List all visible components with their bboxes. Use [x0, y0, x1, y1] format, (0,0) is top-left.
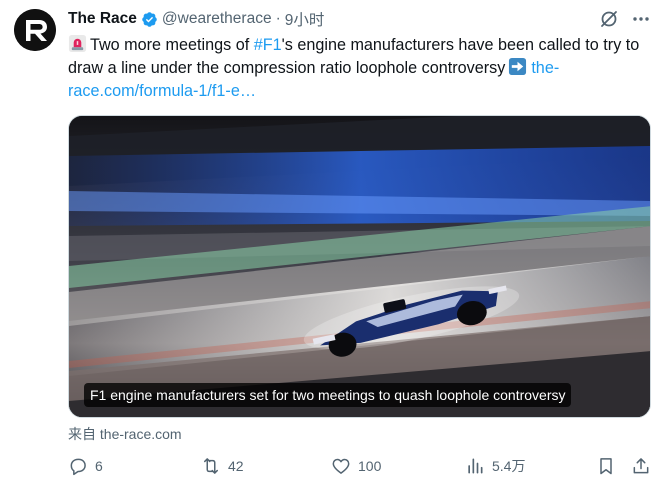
verified-badge-icon[interactable] — [141, 11, 158, 28]
tweet-text: Two more meetings of #F1's engine manufa… — [68, 34, 654, 103]
police-siren-emoji-icon — [68, 34, 87, 53]
retweet-icon — [201, 456, 221, 476]
heart-icon — [331, 456, 351, 476]
views-chart-icon — [465, 456, 485, 476]
like-button[interactable]: 100 — [331, 456, 381, 476]
reply-button[interactable]: 6 — [68, 456, 103, 476]
tweet-text-part1: Two more meetings of — [90, 36, 254, 54]
header-actions — [599, 9, 651, 29]
like-count: 100 — [358, 458, 382, 474]
author-handle[interactable]: @wearetherace — [162, 10, 272, 28]
card-caption: F1 engine manufacturers set for two meet… — [84, 383, 572, 407]
tweet: The Race @wearetherace · 9小时 Two more me… — [0, 0, 665, 486]
bookmark-icon — [596, 456, 616, 476]
share-icon — [631, 456, 651, 476]
card-source[interactable]: 来自 the-race.com — [68, 424, 182, 444]
avatar[interactable] — [14, 9, 56, 51]
author-name[interactable]: The Race — [68, 10, 137, 28]
separator-dot: · — [275, 10, 281, 27]
right-arrow-emoji-icon — [508, 57, 527, 76]
reply-icon — [68, 456, 88, 476]
retweet-count: 42 — [228, 458, 244, 474]
share-button[interactable] — [631, 456, 651, 476]
timestamp[interactable]: 9小时 — [285, 8, 325, 30]
bookmark-button[interactable] — [596, 456, 616, 476]
views-count: 5.4万 — [492, 458, 526, 474]
link-card-image[interactable]: F1 engine manufacturers set for two meet… — [68, 115, 651, 418]
views-button[interactable]: 5.4万 — [465, 456, 525, 476]
hashtag-link[interactable]: #F1 — [254, 36, 282, 54]
reply-count: 6 — [95, 458, 103, 474]
retweet-button[interactable]: 42 — [201, 456, 244, 476]
more-options-icon[interactable] — [631, 9, 651, 29]
grok-icon[interactable] — [599, 9, 619, 29]
action-bar: 6 42 100 5.4万 — [68, 456, 653, 478]
tweet-header: The Race @wearetherace · 9小时 — [68, 9, 324, 29]
the-race-logo-icon — [14, 9, 56, 51]
f1-car-photo — [69, 116, 650, 417]
